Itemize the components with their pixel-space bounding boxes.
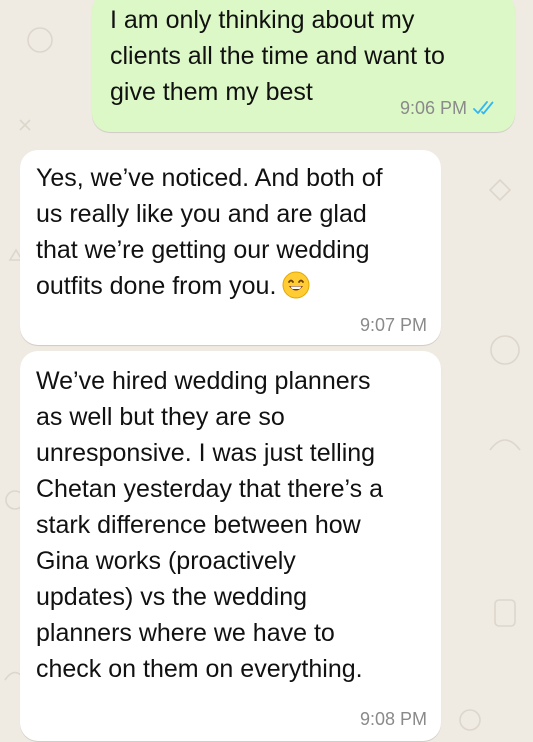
incoming-message-bubble[interactable]: Yes, we’ve noticed. And both of us reall…: [20, 150, 441, 345]
message-text: I am only thinking about my clients all …: [110, 6, 445, 106]
message-text: Yes, we’ve noticed. And both of us reall…: [36, 160, 421, 304]
incoming-message-bubble[interactable]: We’ve hired wedding planners as well but…: [20, 351, 441, 741]
message-time: 9:06 PM: [399, 98, 467, 118]
chat-window: I am only thinking about my clients all …: [0, 0, 533, 742]
read-double-check-icon: [473, 101, 494, 115]
message-meta: 9:06 PM: [400, 98, 499, 118]
message-time: 9:07 PM: [359, 315, 427, 335]
message-meta: 9:08 PM: [360, 709, 427, 729]
message-body: Yes, we’ve noticed. And both of us reall…: [36, 164, 383, 300]
grinning-face-emoji-icon: [282, 271, 310, 299]
message-text: We’ve hired wedding planners as well but…: [36, 367, 383, 683]
outgoing-message-bubble[interactable]: I am only thinking about my clients all …: [92, 0, 515, 132]
message-meta: 9:07 PM: [360, 315, 427, 335]
message-time: 9:08 PM: [359, 709, 427, 729]
